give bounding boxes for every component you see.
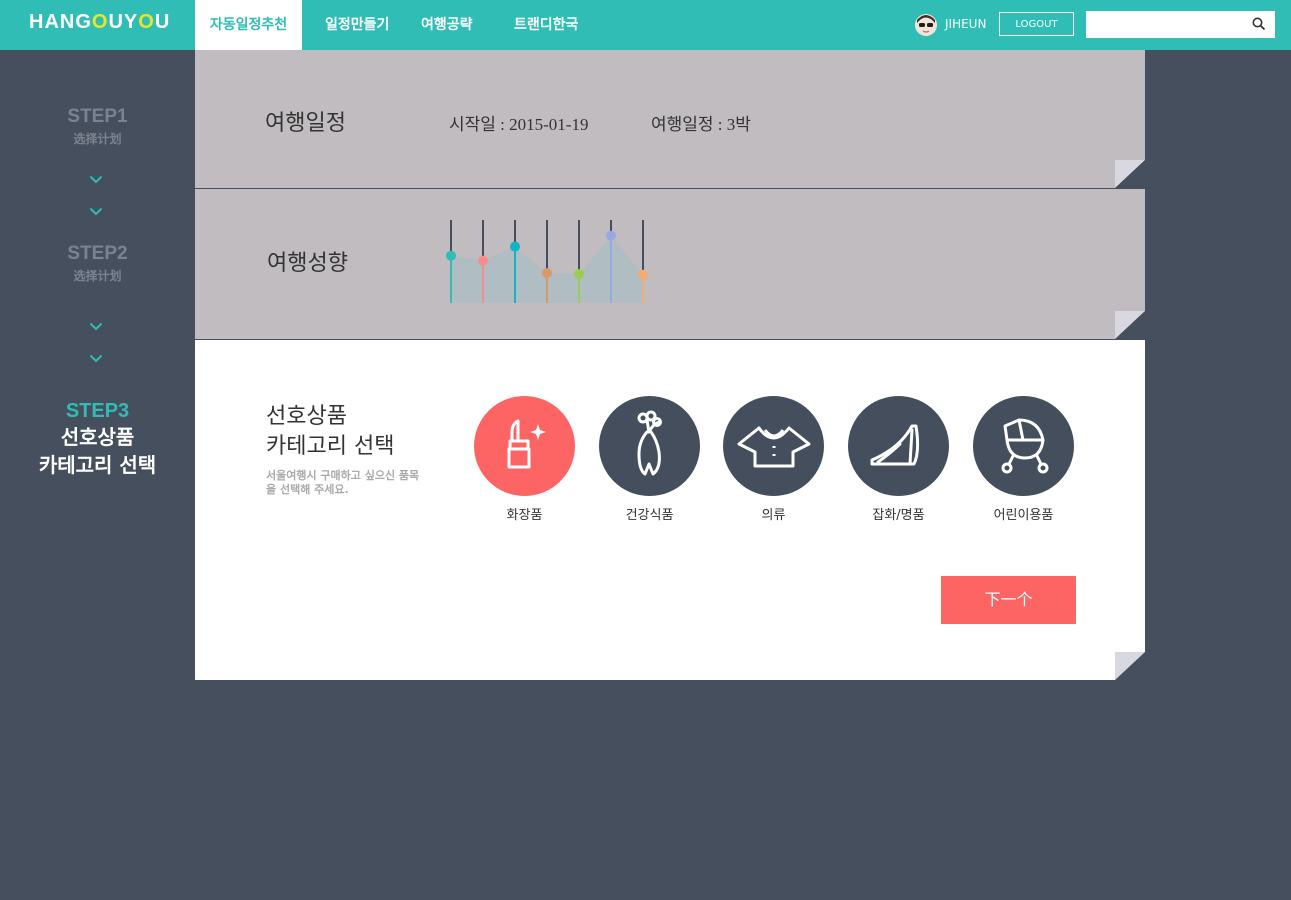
tendency-title: 여행성향 (267, 251, 348, 276)
tendency-chart (446, 220, 648, 303)
category-label: 의류 (761, 508, 786, 523)
page-fold-icon (1115, 160, 1145, 188)
chevron-down-icon (89, 207, 103, 216)
category-label: 잡화/명품 (872, 508, 925, 523)
nav-make-schedule[interactable]: 일정만들기 (325, 0, 389, 50)
slider-handle[interactable] (574, 268, 584, 279)
slider-handle[interactable] (638, 269, 648, 280)
step-2-subtitle: 选择计划 (73, 269, 122, 283)
preference-title-line1: 선호상품 (266, 404, 347, 429)
category-label: 화장품 (506, 508, 543, 523)
chevron-down-icon (89, 354, 103, 363)
top-nav-bar: HANGOUYOU 자동일정추천 일정만들기 여행공략 트랜디한국 JIHEUN… (0, 0, 1291, 50)
chevron-down-icon (89, 175, 103, 184)
slider-handle[interactable] (542, 268, 552, 279)
chevron-down-icon (89, 322, 103, 331)
category-clothing[interactable]: 의류 (723, 396, 824, 523)
nav-travel-guide[interactable]: 여행공략 (421, 0, 473, 50)
high-heel-icon (870, 424, 920, 466)
step-3[interactable]: STEP3 선호상품 카테고리 선택 (0, 400, 195, 479)
step-1[interactable]: STEP1 选择计划 (0, 106, 195, 147)
nav-auto-schedule[interactable]: 자동일정추천 (195, 0, 302, 50)
category-accessories[interactable]: 잡화/명품 (848, 396, 949, 523)
trip-duration: 여행일정 : 3박 (651, 115, 751, 134)
category-cosmetics[interactable]: 화장품 (474, 396, 575, 523)
search-input[interactable] (1086, 11, 1246, 38)
preference-title: 선호상품 카테고리 선택 (266, 402, 394, 462)
category-health-food[interactable]: 건강식품 (599, 396, 700, 523)
tendency-panel: 여행성향 (195, 189, 1145, 339)
page-fold-icon (1115, 652, 1145, 680)
slider-handle[interactable] (446, 250, 456, 261)
preference-description: 서울여행시 구매하고 싶으신 품목을 선택해 주세요. (266, 469, 420, 496)
search-icon[interactable] (1252, 17, 1266, 31)
category-label: 어린이용품 (993, 508, 1054, 523)
step-3-subtitle: 선호상품 카테고리 선택 (38, 425, 157, 477)
username: JIHEUN (945, 17, 987, 31)
slider-handle[interactable] (606, 230, 616, 241)
lipstick-icon (507, 419, 546, 469)
logo[interactable]: HANGOUYOU (29, 11, 170, 34)
slider-handle[interactable] (478, 255, 488, 266)
logout-button[interactable]: LOGOUT (999, 12, 1074, 36)
ginseng-icon (637, 410, 662, 476)
user-avatar[interactable] (915, 14, 937, 36)
preference-title-line2: 카테고리 선택 (266, 434, 395, 459)
category-kids[interactable]: 어린이용품 (973, 396, 1074, 523)
slider-handle[interactable] (510, 241, 520, 252)
start-date: 시작일 : 2015-01-19 (449, 115, 589, 134)
stroller-icon (1001, 418, 1049, 474)
next-button[interactable]: 下一个 (941, 576, 1076, 624)
nav-trendy-korea[interactable]: 트랜디한국 (514, 0, 578, 50)
schedule-title: 여행일정 (265, 111, 346, 136)
category-label: 건강식품 (625, 508, 674, 523)
step-1-subtitle: 选择计划 (73, 132, 122, 146)
step-2-title: STEP2 (67, 243, 128, 264)
shirt-icon (737, 426, 811, 468)
schedule-panel: 여행일정 시작일 : 2015-01-19 여행일정 : 3박 (195, 50, 1145, 188)
search-box (1086, 11, 1275, 38)
step-2[interactable]: STEP2 选择计划 (0, 243, 195, 284)
step-1-title: STEP1 (67, 106, 128, 127)
step-3-title: STEP3 (65, 400, 130, 422)
page-fold-icon (1115, 311, 1145, 339)
